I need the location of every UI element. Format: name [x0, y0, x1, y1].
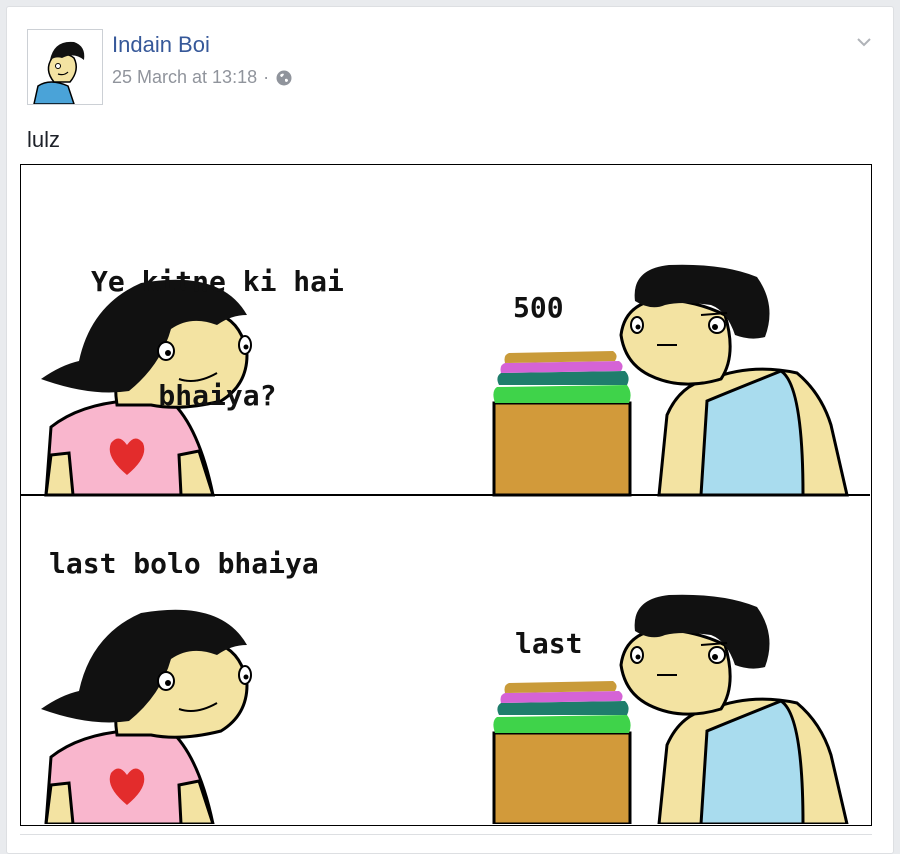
panel-1-girl-speech: Ye kitne ki hai bhaiya?: [91, 187, 344, 491]
post-divider: [20, 834, 872, 835]
panel-1-girl-speech-line1: Ye kitne ki hai: [91, 265, 344, 298]
avatar-image: [28, 30, 102, 104]
avatar[interactable]: [27, 29, 103, 105]
panel-2-clothes-stack: [492, 681, 632, 824]
panel-2-girl-speech: last bolo bhaiya: [49, 547, 319, 580]
panel-2-girl: [41, 609, 252, 824]
panel-1-boy-speech: 500: [513, 291, 564, 324]
panel-2-boy-speech: last: [515, 627, 583, 660]
meta-separator: ·: [263, 67, 270, 87]
panel-1-clothes-stack: [492, 351, 632, 497]
post-meta: 25 March at 13:18 ·: [112, 67, 293, 88]
comic-image[interactable]: Ye kitne ki hai bhaiya? 500 last bolo bh…: [20, 164, 872, 826]
panel-2-boy: [619, 594, 849, 824]
post-text: lulz: [27, 127, 61, 152]
globe-icon[interactable]: [275, 69, 293, 87]
chevron-down-icon[interactable]: [853, 31, 875, 53]
panel-1-girl-speech-line2: bhaiya?: [158, 379, 277, 412]
panel-1-boy: [619, 264, 849, 497]
author-name[interactable]: Indain Boi: [112, 32, 210, 58]
timestamp[interactable]: 25 March at 13:18: [112, 67, 257, 88]
